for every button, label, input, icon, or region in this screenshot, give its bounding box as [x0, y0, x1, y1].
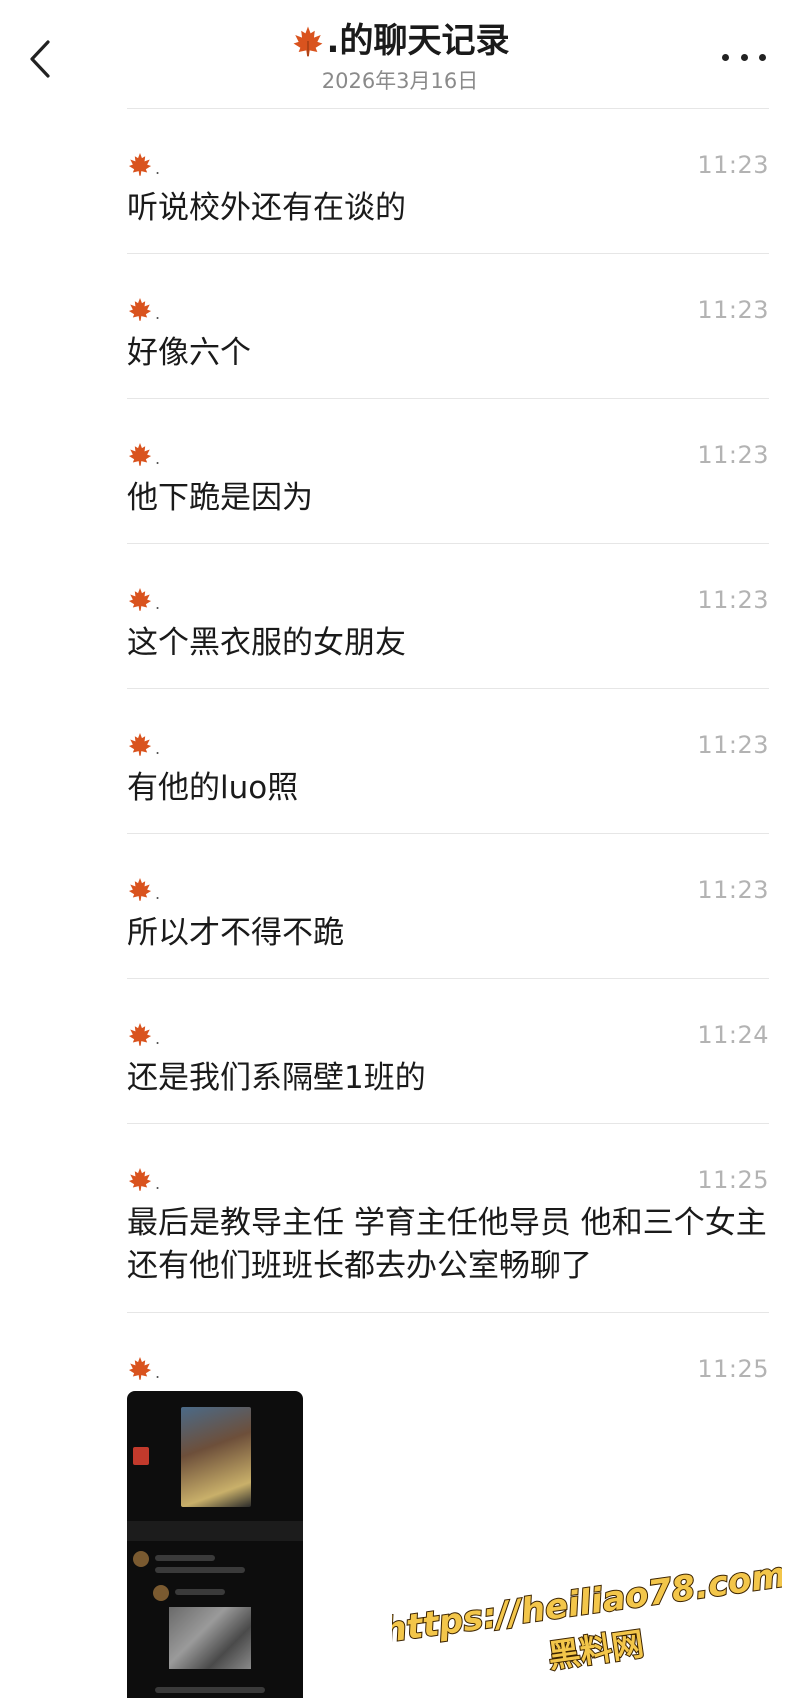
sender: . [127, 296, 160, 322]
sender: . [127, 1166, 160, 1192]
maple-leaf-avatar-icon [128, 152, 152, 176]
sender-name: . [155, 739, 161, 758]
sender: . [127, 1021, 160, 1047]
more-dot-icon [759, 53, 766, 61]
message-time: 11:25 [697, 1166, 769, 1194]
message-text: 有他的luo照 [127, 770, 299, 806]
message-list: . 11:23 听说校外还有在谈的 . 11:23 好像六个 . 11:23 他… [127, 109, 769, 1698]
message-text: 好像六个 [127, 335, 251, 371]
more-dot-icon [722, 53, 729, 61]
message-item[interactable]: . 11:24 还是我们系隔壁1班的 [127, 979, 769, 1124]
thumb-photo [181, 1407, 251, 1507]
message-text: 还是我们系隔壁1班的 [127, 1060, 426, 1096]
maple-leaf-avatar-icon [128, 1022, 152, 1046]
message-item[interactable]: . 11:23 他下跪是因为 [127, 399, 769, 544]
sender: . [127, 1355, 160, 1381]
maple-leaf-avatar-icon [128, 732, 152, 756]
sender-name: . [155, 159, 161, 178]
message-item[interactable]: . 11:23 听说校外还有在谈的 [127, 109, 769, 254]
sender: . [127, 731, 160, 757]
page-title: .的聊天记录 [291, 18, 510, 64]
sender-name: . [155, 1029, 161, 1048]
message-time: 11:24 [697, 1021, 769, 1049]
sender-name: . [155, 594, 161, 613]
title-text: .的聊天记录 [326, 21, 510, 61]
more-options-button[interactable] [722, 42, 766, 72]
message-text: 所以才不得不跪 [127, 915, 344, 951]
thumb-avatar [153, 1585, 169, 1601]
maple-leaf-avatar-icon [128, 1356, 152, 1380]
sender-name: . [155, 884, 161, 903]
maple-leaf-avatar-icon [128, 297, 152, 321]
maple-leaf-avatar-icon [128, 1167, 152, 1191]
chat-history-header: .的聊天记录 2026年3月16日 [0, 0, 800, 108]
more-dot-icon [740, 53, 748, 61]
thumb-toolbar [127, 1521, 303, 1541]
sender-name: . [155, 1174, 161, 1193]
message-item[interactable]: . 11:23 所以才不得不跪 [127, 834, 769, 979]
sender: . [127, 151, 160, 177]
chat-screenshot-image[interactable] [127, 1391, 303, 1698]
maple-leaf-avatar-icon [128, 442, 152, 466]
message-text: 最后是教导主任 学育主任他导员 他和三个女主还有他们班班长都去办公室畅聊了 [127, 1205, 767, 1284]
maple-leaf-avatar-icon [128, 877, 152, 901]
sender: . [127, 876, 160, 902]
thumb-embedded-photo [169, 1607, 251, 1669]
maple-leaf-icon [293, 26, 322, 57]
sender: . [127, 441, 160, 467]
message-item[interactable]: . 11:25 最后是教导主任 学育主任他导员 他和三个女主还有他们班班长都去办… [127, 1124, 769, 1313]
sender: . [127, 586, 160, 612]
maple-leaf-avatar-icon [128, 587, 152, 611]
message-time: 11:23 [697, 151, 769, 179]
message-time: 11:23 [697, 296, 769, 324]
thumb-red-tag [133, 1447, 149, 1465]
message-text: 这个黑衣服的女朋友 [127, 625, 406, 661]
message-item[interactable]: . 11:23 有他的luo照 [127, 689, 769, 834]
message-time: 11:25 [697, 1355, 769, 1383]
thumb-status-bar [135, 1397, 295, 1405]
message-time: 11:23 [697, 876, 769, 904]
message-time: 11:23 [697, 731, 769, 759]
sender-name: . [155, 304, 161, 323]
thumb-text-row [175, 1589, 225, 1595]
message-text: 他下跪是因为 [127, 480, 313, 516]
message-item[interactable]: . 11:23 这个黑衣服的女朋友 [127, 544, 769, 689]
chat-date: 2026年3月16日 [321, 69, 479, 93]
thumb-text-row [155, 1555, 215, 1561]
sender-name: . [155, 1363, 161, 1382]
thumb-avatar [133, 1551, 149, 1567]
sender-name: . [155, 449, 161, 468]
thumb-text-row [155, 1687, 265, 1693]
watermark-site-name: 黑料网 [546, 1625, 646, 1676]
message-time: 11:23 [697, 441, 769, 469]
message-time: 11:23 [697, 586, 769, 614]
thumb-text-row [155, 1567, 245, 1573]
message-text: 听说校外还有在谈的 [127, 190, 406, 226]
site-watermark: https://heiliao78.com 黑料网 [392, 1562, 782, 1677]
message-item[interactable]: . 11:23 好像六个 [127, 254, 769, 399]
